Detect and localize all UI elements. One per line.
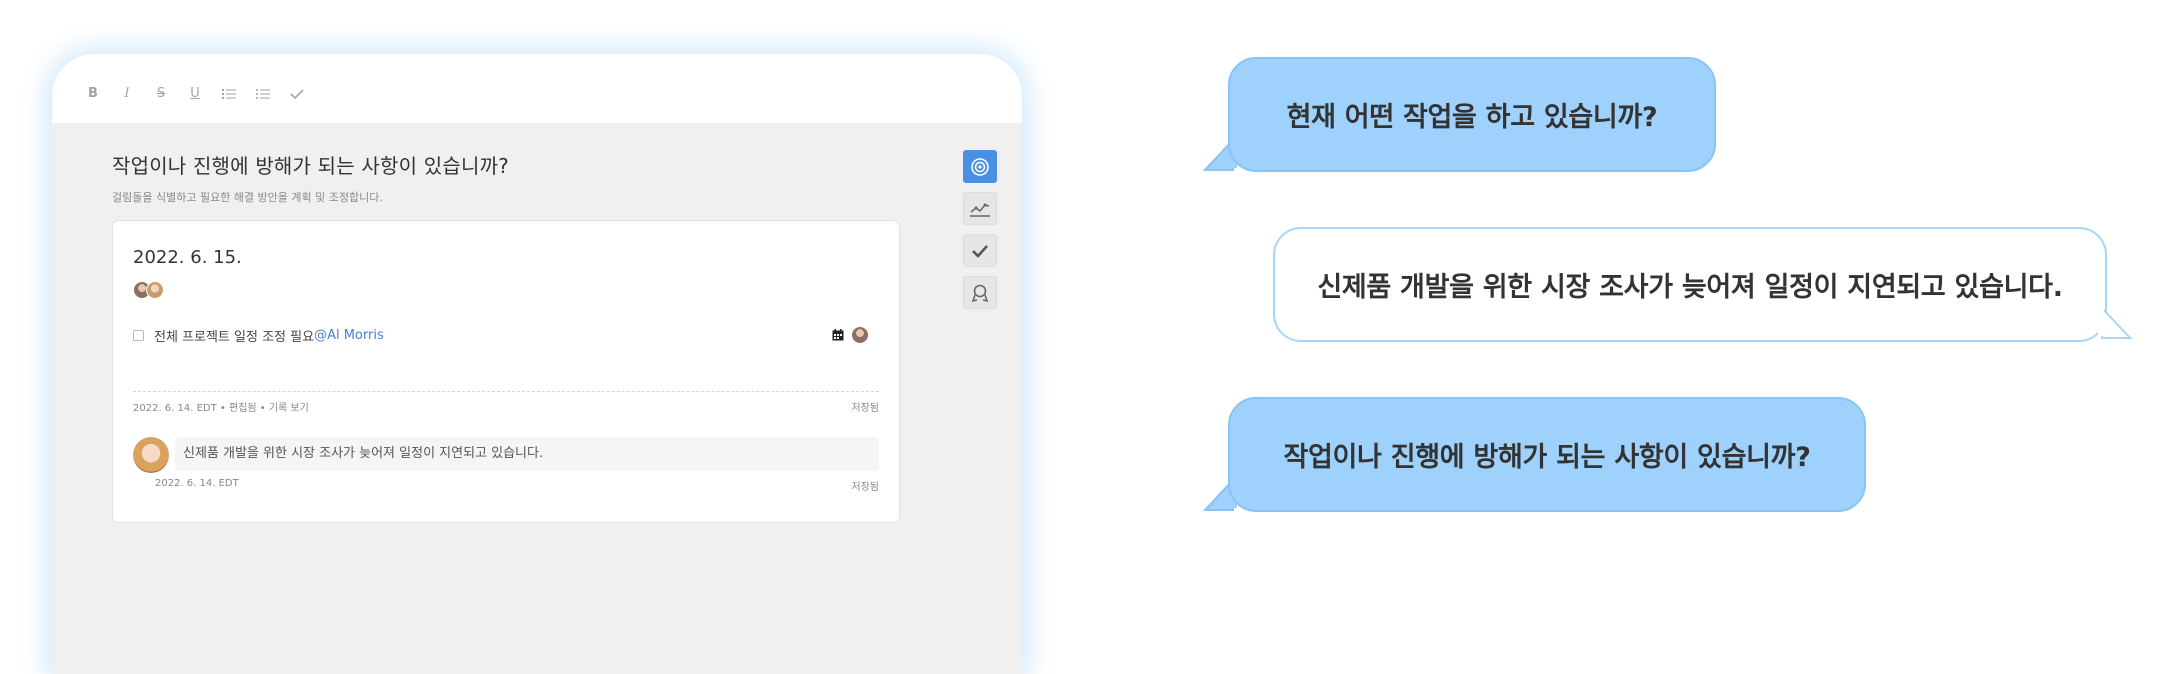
commenter-avatar[interactable] — [133, 437, 169, 473]
entry-meta: 2022. 6. 14. EDT • 편집됨 • 기록 보기 저장됨 — [133, 399, 879, 414]
bubble-text: 현재 어떤 작업을 하고 있습니까? — [1286, 102, 1658, 133]
ordered-list-icon[interactable] — [212, 82, 246, 106]
comment-save-status: 저장됨 — [851, 482, 879, 493]
entry-card: 2022. 6. 15. 전체 프로젝트 일정 조정 필요 @Al Morris… — [112, 220, 900, 523]
target-icon[interactable] — [963, 150, 997, 183]
side-toolbar — [963, 150, 997, 318]
avatar[interactable] — [146, 281, 164, 299]
checkmark-icon[interactable] — [963, 234, 997, 267]
check-icon[interactable] — [280, 82, 314, 106]
mention-link[interactable]: @Al Morris — [314, 328, 384, 343]
underline-button[interactable]: U — [178, 82, 212, 106]
formatting-toolbar: B I S U — [52, 54, 1022, 123]
bubble-text: 작업이나 진행에 방해가 되는 사항이 있습니까? — [1283, 442, 1811, 473]
speech-bubble-answer: 신제품 개발을 위한 시장 조사가 늦어져 일정이 지연되고 있습니다. — [1273, 227, 2107, 342]
comment: 신제품 개발을 위한 시장 조사가 늦어져 일정이 지연되고 있습니다. — [133, 437, 879, 473]
award-icon[interactable] — [963, 276, 997, 309]
divider — [133, 391, 879, 392]
question-subtitle: 걸림돌을 식별하고 필요한 해결 방안을 계획 및 조정합니다. — [112, 191, 383, 204]
bubble-tail — [2098, 308, 2132, 339]
save-status: 저장됨 — [851, 403, 879, 414]
comment-meta: 2022. 6. 14. EDT 저장됨 — [155, 478, 879, 493]
editor-panel: B I S U 작업이나 진행에 방해가 되는 사항이 있습니까? 걸림돌을 식… — [52, 54, 1022, 674]
comment-timestamp: 2022. 6. 14. EDT — [155, 478, 239, 489]
strikethrough-button[interactable]: S — [144, 82, 178, 106]
italic-button[interactable]: I — [110, 82, 144, 106]
task-item: 전체 프로젝트 일정 조정 필요 @Al Morris — [133, 325, 881, 345]
task-text[interactable]: 전체 프로젝트 일정 조정 필요 — [154, 326, 314, 345]
question-title: 작업이나 진행에 방해가 되는 사항이 있습니까? — [112, 154, 510, 178]
comment-text[interactable]: 신제품 개발을 위한 시장 조사가 늦어져 일정이 지연되고 있습니다. — [175, 437, 879, 471]
entry-meta-info[interactable]: 2022. 6. 14. EDT • 편집됨 • 기록 보기 — [133, 399, 309, 414]
chart-icon[interactable] — [963, 192, 997, 225]
calendar-icon[interactable] — [832, 329, 844, 341]
speech-bubble-question-1: 현재 어떤 작업을 하고 있습니까? — [1228, 57, 1716, 172]
bubble-text: 신제품 개발을 위한 시장 조사가 늦어져 일정이 지연되고 있습니다. — [1317, 272, 2063, 303]
speech-bubble-question-2: 작업이나 진행에 방해가 되는 사항이 있습니까? — [1228, 397, 1866, 512]
entry-date: 2022. 6. 15. — [133, 247, 242, 268]
bold-button[interactable]: B — [76, 82, 110, 106]
assignee-avatar[interactable] — [852, 327, 868, 343]
participants — [133, 281, 164, 299]
task-checkbox[interactable] — [133, 329, 144, 341]
bullet-list-icon[interactable] — [246, 82, 280, 106]
